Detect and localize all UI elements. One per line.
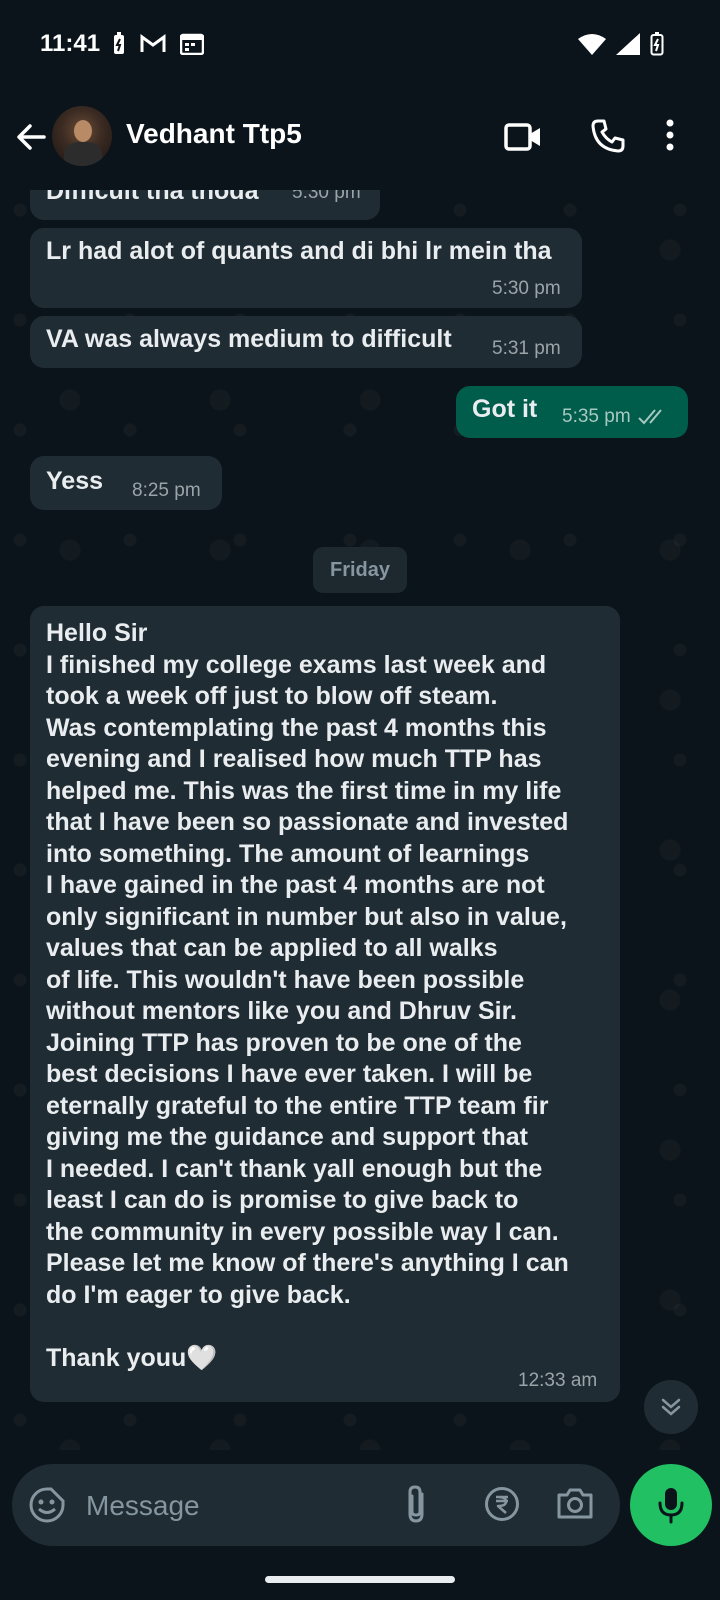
chat-header: Vedhant Ttp5 <box>0 90 720 190</box>
contact-name[interactable]: Vedhant Ttp5 <box>126 118 302 150</box>
message-bubble-outgoing[interactable]: Got it 5:35 pm <box>456 386 688 438</box>
gmail-icon <box>140 34 166 52</box>
message-text: Got it <box>472 395 538 423</box>
message-bubble-incoming[interactable]: Lr had alot of quants and di bhi lr mein… <box>30 228 582 308</box>
message-bubble-incoming[interactable]: Difficult tha thoda 5:30 pm <box>30 190 380 220</box>
mic-button[interactable] <box>630 1464 712 1546</box>
message-time: 5:30 pm <box>492 278 561 299</box>
message-text: Difficult tha thoda <box>46 190 259 205</box>
message-text: Hello Sir I finished my college exams la… <box>46 619 569 1372</box>
message-input[interactable] <box>84 1482 388 1530</box>
video-call-icon[interactable] <box>504 120 542 154</box>
message-text: VA was always medium to difficult <box>46 325 452 353</box>
battery-icon <box>650 32 664 56</box>
camera-icon[interactable] <box>556 1486 594 1520</box>
message-time: 5:30 pm <box>292 190 361 203</box>
status-bar: 11:41 <box>0 0 720 90</box>
message-bubble-incoming[interactable]: VA was always medium to difficult 5:31 p… <box>30 316 582 368</box>
message-text: Lr had alot of quants and di bhi lr mein… <box>46 237 552 265</box>
chat-area[interactable]: Difficult tha thoda 5:30 pm Lr had alot … <box>0 190 720 1450</box>
emoji-sticker-icon[interactable] <box>28 1486 66 1524</box>
message-time: 5:35 pm <box>562 406 631 427</box>
message-time: 5:31 pm <box>492 338 561 359</box>
avatar[interactable] <box>52 106 112 166</box>
read-receipt-icon <box>638 409 662 425</box>
calendar-icon <box>180 33 204 55</box>
status-time: 11:41 <box>40 30 101 57</box>
back-arrow-icon[interactable] <box>14 120 48 154</box>
voice-call-icon[interactable] <box>590 118 626 154</box>
message-bubble-incoming[interactable]: Yess 8:25 pm <box>30 456 222 510</box>
rupee-payment-icon[interactable] <box>484 1486 520 1522</box>
message-text: Yess <box>46 467 104 495</box>
message-time: 12:33 am <box>518 1370 598 1391</box>
mic-icon <box>658 1488 684 1524</box>
date-separator: Friday <box>313 547 407 593</box>
more-options-icon[interactable] <box>664 118 676 152</box>
gesture-nav-bar[interactable] <box>265 1576 455 1583</box>
battery-saver-icon <box>114 32 124 54</box>
message-bubble-incoming[interactable]: Hello Sir I finished my college exams la… <box>30 606 620 1402</box>
wifi-icon <box>578 34 606 55</box>
scroll-to-bottom-button[interactable] <box>644 1380 698 1434</box>
double-chevron-down-icon <box>661 1398 681 1416</box>
message-composer <box>12 1464 620 1546</box>
signal-icon <box>616 33 640 55</box>
message-time: 8:25 pm <box>132 480 201 501</box>
attach-icon[interactable] <box>404 1484 428 1524</box>
